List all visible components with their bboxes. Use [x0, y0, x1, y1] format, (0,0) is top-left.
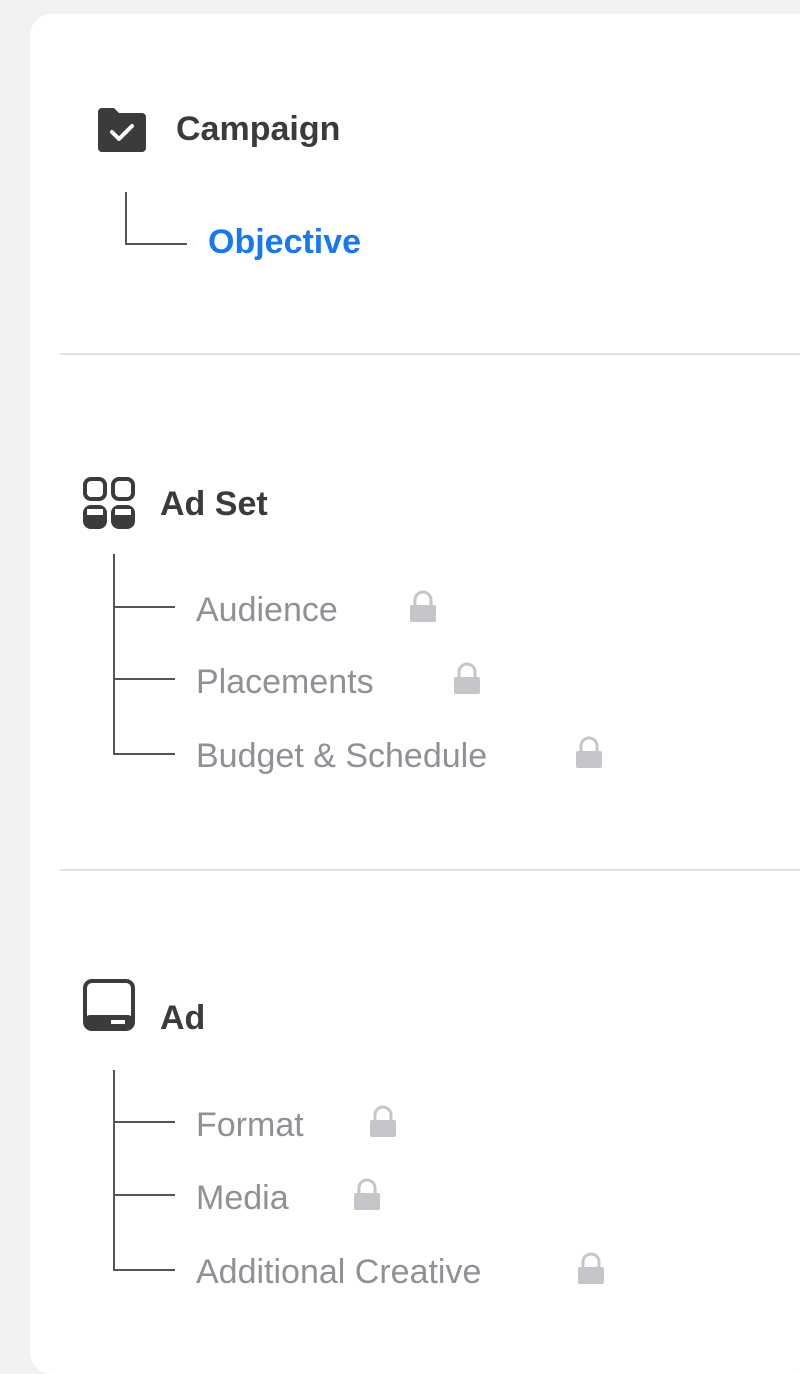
nav-item-audience[interactable]: Audience: [196, 590, 338, 630]
tree-connector: [113, 1269, 175, 1271]
lock-icon: [370, 1105, 396, 1137]
tree-connector: [125, 192, 127, 244]
nav-item-additional-creative[interactable]: Additional Creative: [196, 1252, 481, 1292]
tree-connector: [113, 1070, 115, 1270]
lock-icon: [410, 590, 436, 622]
nav-item-budget-schedule[interactable]: Budget & Schedule: [196, 736, 487, 776]
nav-item-media[interactable]: Media: [196, 1178, 289, 1218]
nav-item-placements[interactable]: Placements: [196, 662, 374, 702]
section-title-ad-set[interactable]: Ad Set: [160, 484, 268, 524]
section-title-ad[interactable]: Ad: [160, 998, 205, 1038]
tree-connector: [113, 554, 115, 754]
nav-item-format[interactable]: Format: [196, 1105, 304, 1145]
campaign-navigation-panel: Campaign Objective Ad Set Audience Place…: [30, 14, 800, 1374]
section-divider: [60, 353, 800, 355]
lock-icon: [354, 1178, 380, 1210]
tree-connector: [125, 243, 187, 245]
lock-icon: [576, 736, 602, 768]
grid-icon: [83, 477, 135, 529]
lock-icon: [454, 662, 480, 694]
tree-connector: [113, 1121, 175, 1123]
tree-connector: [113, 1194, 175, 1196]
lock-icon: [578, 1252, 604, 1284]
tree-connector: [113, 606, 175, 608]
tree-connector: [113, 753, 175, 755]
section-title-campaign[interactable]: Campaign: [176, 109, 340, 149]
section-divider: [60, 869, 800, 871]
folder-check-icon: [98, 108, 146, 152]
tree-connector: [113, 678, 175, 680]
ad-screen-icon: [83, 979, 135, 1031]
nav-item-objective[interactable]: Objective: [208, 222, 361, 262]
